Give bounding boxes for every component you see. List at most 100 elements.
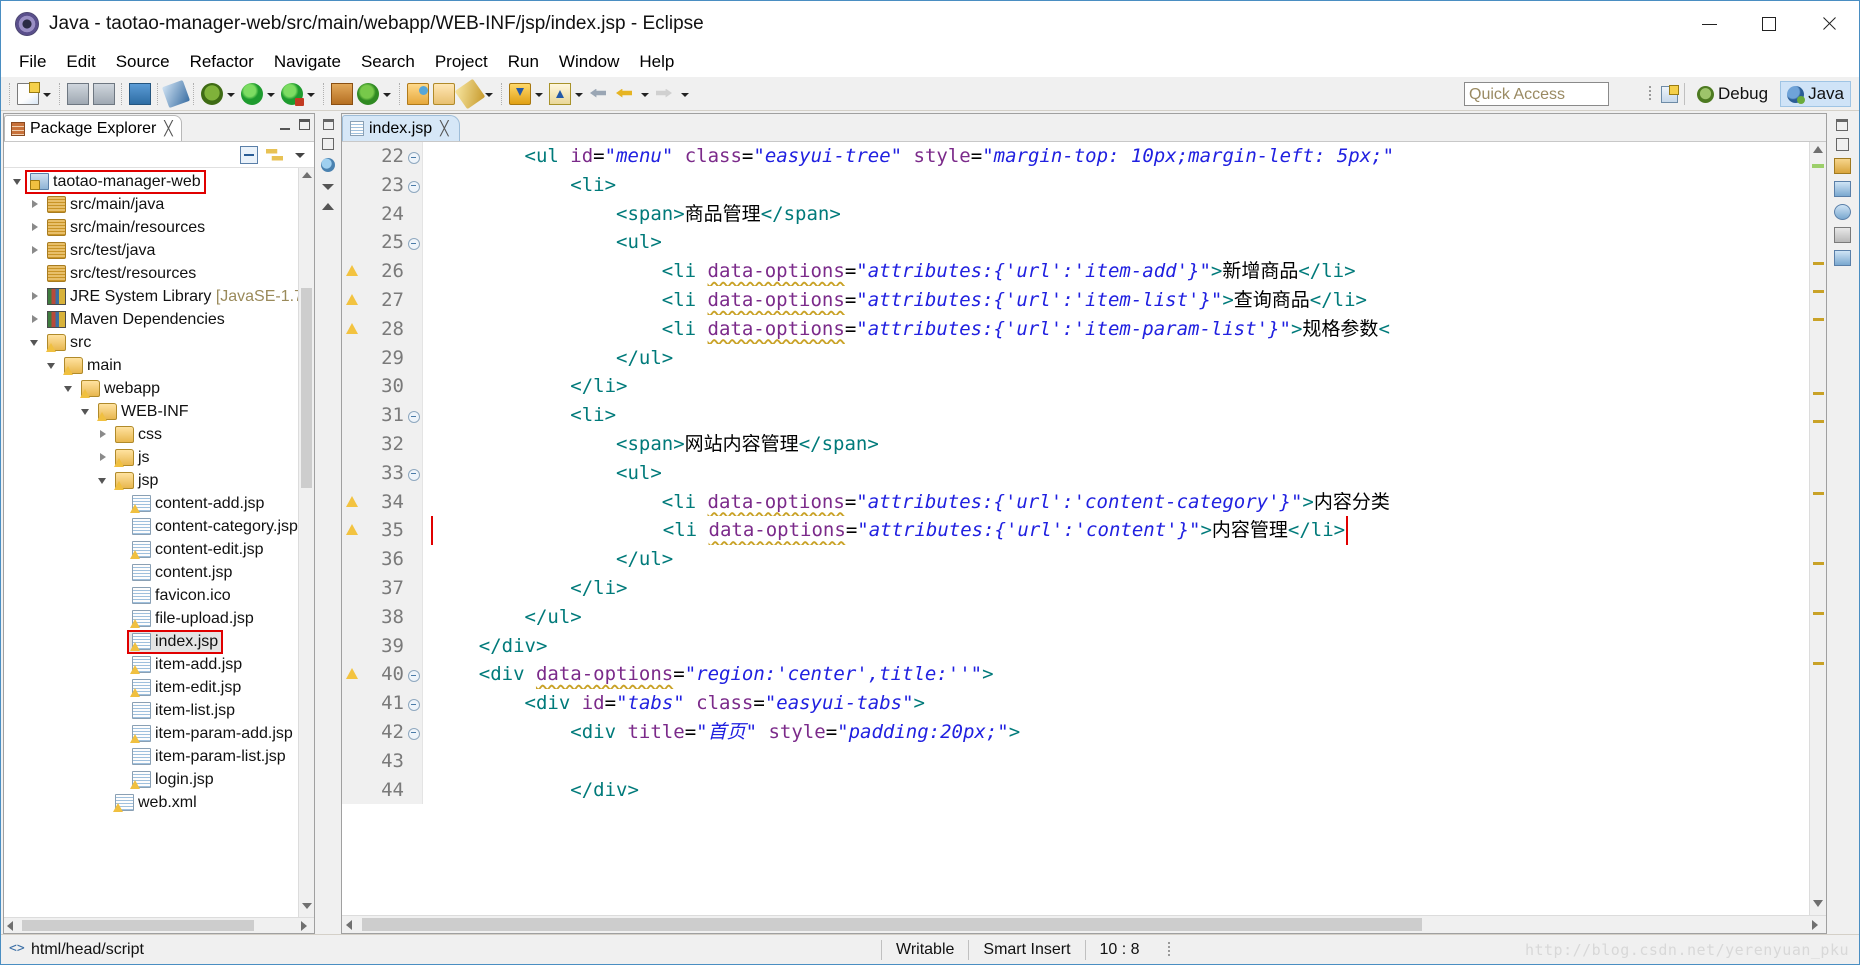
- code-text[interactable]: <span>商品管理</span>: [429, 200, 1809, 229]
- tree-item-content[interactable]: content-edit.jsp: [129, 540, 267, 560]
- chevron-right-icon[interactable]: [27, 239, 44, 262]
- tree-item-content[interactable]: JRE System Library [JavaSE-1.7]: [44, 287, 298, 307]
- code-line[interactable]: 30 </li>: [342, 372, 1809, 402]
- warning-marker[interactable]: [1813, 612, 1824, 615]
- tree-item-content[interactable]: WEB-INF: [95, 402, 192, 422]
- menu-help[interactable]: Help: [629, 49, 684, 75]
- brush-icon[interactable]: [454, 78, 486, 109]
- tree-item-content[interactable]: item-param-add.jsp: [129, 724, 296, 744]
- code-line[interactable]: 24 <span>商品管理</span>: [342, 199, 1809, 229]
- menu-navigate[interactable]: Navigate: [264, 49, 351, 75]
- chevron-down-icon[interactable]: [322, 180, 334, 192]
- tree-vertical-scrollbar[interactable]: [298, 168, 314, 917]
- code-text[interactable]: <ul>: [429, 228, 1809, 257]
- run-dropdown-icon[interactable]: [265, 83, 277, 105]
- properties-view-icon[interactable]: [1833, 250, 1851, 266]
- save-icon[interactable]: [67, 82, 89, 105]
- menu-refactor[interactable]: Refactor: [180, 49, 264, 75]
- code-line[interactable]: 34 <li data-options="attributes:{'url':'…: [342, 487, 1809, 517]
- chevron-right-icon[interactable]: [27, 193, 44, 216]
- tree-item-content[interactable]: item-list.jsp: [129, 701, 238, 721]
- code-lines[interactable]: 22 <ul id="menu" class="easyui-tree" sty…: [342, 142, 1809, 915]
- task-list-icon[interactable]: [1833, 158, 1851, 174]
- scroll-down-icon[interactable]: [1813, 900, 1824, 911]
- code-line[interactable]: 37 </li>: [342, 573, 1809, 603]
- warning-icon[interactable]: [342, 285, 362, 315]
- code-line[interactable]: 44 </div>: [342, 775, 1809, 805]
- menu-file[interactable]: File: [9, 49, 56, 75]
- tree-item-file-upload-jsp[interactable]: file-upload.jsp: [4, 607, 298, 630]
- tree-item-content-jsp[interactable]: content.jsp: [4, 561, 298, 584]
- collapse-all-icon[interactable]: [240, 145, 258, 164]
- tree-item-content[interactable]: js: [112, 448, 153, 468]
- previous-annotation-dropdown-icon[interactable]: [573, 83, 585, 105]
- tree-item-item-add-jsp[interactable]: item-add.jsp: [4, 653, 298, 676]
- tree-item-src[interactable]: src: [4, 331, 298, 354]
- tree-item-content[interactable]: item-param-list.jsp: [129, 747, 289, 767]
- tree-item-content-add-jsp[interactable]: content-add.jsp: [4, 492, 298, 515]
- tree-item-content[interactable]: main: [61, 356, 125, 376]
- perspective-java[interactable]: Java: [1780, 81, 1851, 107]
- forward-icon[interactable]: [655, 83, 677, 105]
- warning-icon[interactable]: [342, 660, 362, 690]
- perspective-debug[interactable]: Debug: [1691, 82, 1774, 106]
- code-line[interactable]: 41 <div id="tabs" class="easyui-tabs">: [342, 689, 1809, 718]
- code-line[interactable]: 40 <div data-options="region:'center',ti…: [342, 660, 1809, 690]
- fold-toggle-icon[interactable]: [406, 689, 422, 718]
- code-text[interactable]: <div data-options="region:'center',title…: [429, 660, 1809, 689]
- chevron-right-icon[interactable]: [95, 446, 112, 469]
- code-text[interactable]: <span>网站内容管理</span>: [429, 430, 1809, 459]
- tree-item-content[interactable]: taotao-manager-web: [25, 169, 206, 194]
- code-text[interactable]: <ul>: [429, 459, 1809, 488]
- code-line[interactable]: 28 <li data-options="attributes:{'url':'…: [342, 314, 1809, 344]
- code-line[interactable]: 25 <ul>: [342, 228, 1809, 258]
- code-line[interactable]: 32 <span>网站内容管理</span>: [342, 429, 1809, 459]
- previous-annotation-icon[interactable]: [549, 82, 571, 105]
- code-text[interactable]: <div title="首页" style="padding:20px;">: [429, 718, 1809, 747]
- tree-item-main[interactable]: main: [4, 354, 298, 377]
- tree-item-content[interactable]: jsp: [112, 471, 161, 491]
- code-text[interactable]: <div id="tabs" class="easyui-tabs">: [429, 689, 1809, 718]
- refresh-dropdown-icon[interactable]: [381, 83, 393, 105]
- menu-project[interactable]: Project: [425, 49, 498, 75]
- last-edit-location-icon[interactable]: [589, 83, 611, 105]
- tree-item-item-param-add-jsp[interactable]: item-param-add.jsp: [4, 722, 298, 745]
- code-text[interactable]: <li>: [429, 171, 1809, 200]
- brush-dropdown-icon[interactable]: [483, 83, 495, 105]
- code-text[interactable]: <li>: [429, 401, 1809, 430]
- next-annotation-icon[interactable]: [509, 82, 531, 105]
- forward-dropdown-icon[interactable]: [679, 83, 691, 105]
- close-icon[interactable]: ╳: [164, 120, 172, 137]
- code-text[interactable]: </ul>: [429, 344, 1809, 373]
- tree-item-js[interactable]: js: [4, 446, 298, 469]
- no-edit-icon[interactable]: [161, 79, 191, 108]
- warning-icon[interactable]: [342, 516, 362, 546]
- tree-item-css[interactable]: css: [4, 423, 298, 446]
- code-line[interactable]: 42 <div title="首页" style="padding:20px;"…: [342, 717, 1809, 747]
- tree-item-content[interactable]: item-edit.jsp: [129, 678, 244, 698]
- snippets-view-icon[interactable]: [1833, 204, 1851, 220]
- tree-item-content-edit-jsp[interactable]: content-edit.jsp: [4, 538, 298, 561]
- next-annotation-dropdown-icon[interactable]: [533, 83, 545, 105]
- new-document-icon[interactable]: [17, 81, 40, 105]
- chevron-down-icon[interactable]: [95, 469, 112, 492]
- maximize-view-icon[interactable]: [322, 138, 334, 150]
- run-icon[interactable]: [241, 82, 263, 105]
- link-with-editor-icon[interactable]: [266, 146, 284, 164]
- new-document-dropdown-icon[interactable]: [41, 83, 53, 105]
- warning-marker[interactable]: [1813, 420, 1824, 423]
- scroll-up-icon[interactable]: [302, 172, 312, 182]
- close-button[interactable]: [1799, 1, 1859, 47]
- print-icon[interactable]: [129, 82, 151, 105]
- fold-toggle-icon[interactable]: [406, 142, 422, 171]
- scrollbar-thumb[interactable]: [22, 920, 254, 931]
- fold-toggle-icon[interactable]: [406, 170, 422, 200]
- maximize-view-icon[interactable]: [1835, 138, 1849, 151]
- code-line[interactable]: 38 </ul>: [342, 602, 1809, 632]
- code-text[interactable]: <li data-options="attributes:{'url':'ite…: [429, 315, 1809, 344]
- tree-item-content[interactable]: item-add.jsp: [129, 655, 245, 675]
- tree-item-content[interactable]: src/main/resources: [44, 218, 208, 238]
- outline-view-icon[interactable]: [1833, 181, 1851, 197]
- code-text[interactable]: <li data-options="attributes:{'url':'con…: [429, 488, 1809, 517]
- warning-marker[interactable]: [1813, 662, 1824, 665]
